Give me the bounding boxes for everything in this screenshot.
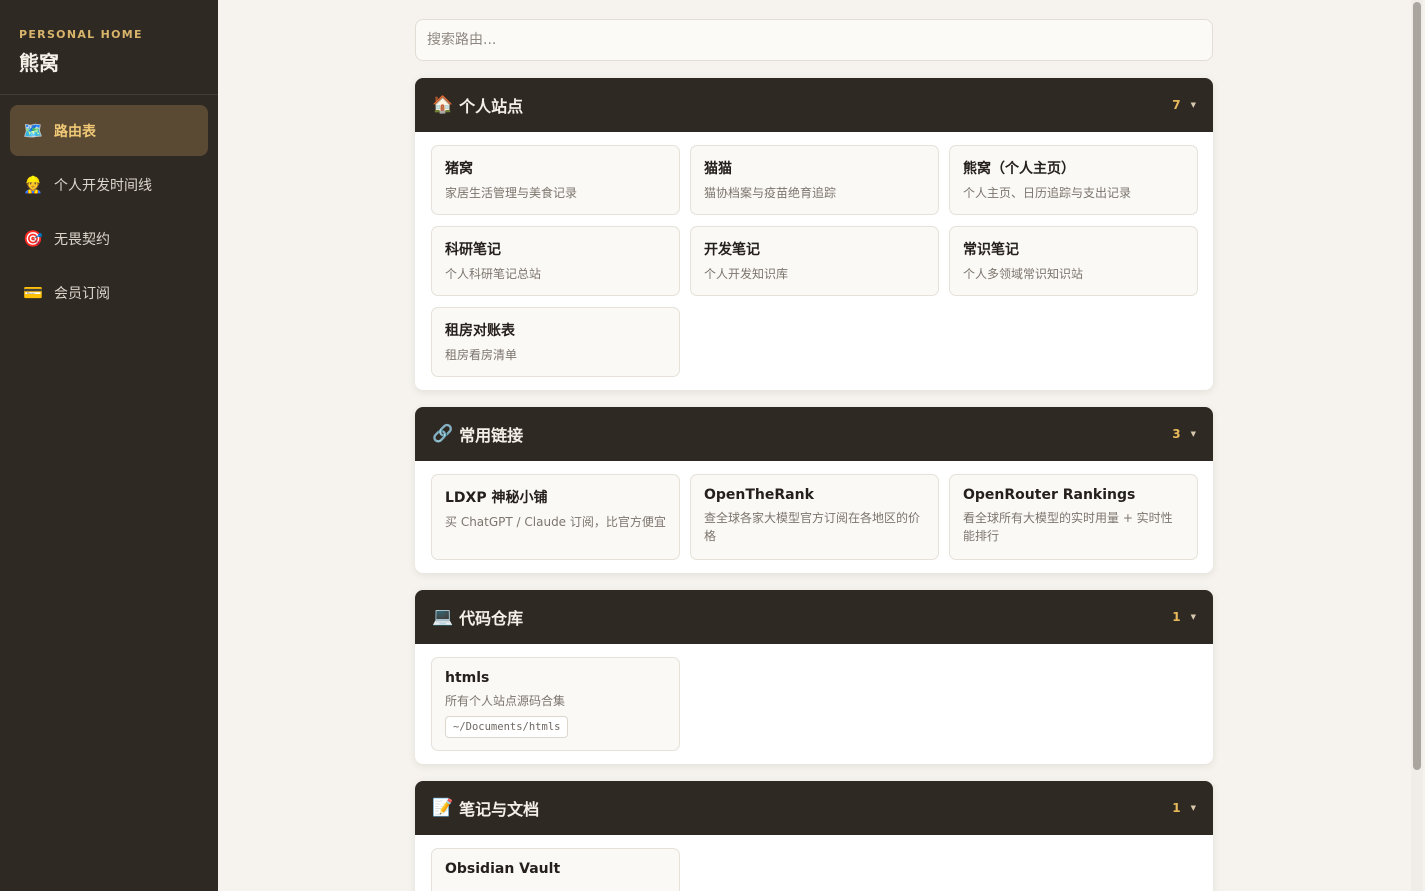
worker-icon: 👷 [23, 175, 43, 194]
brand: PERSONAL HOME 熊窝 [0, 0, 218, 95]
section-meta: 3 ▼ [1172, 427, 1196, 441]
sidebar-nav: 🗺️ 路由表 👷 个人开发时间线 🎯 无畏契约 💳 会员订阅 [0, 95, 218, 331]
search-input[interactable] [415, 19, 1213, 61]
card-desc: 个人开发知识库 [704, 267, 789, 281]
section-header[interactable]: 🏠 个人站点 7 ▼ [415, 78, 1213, 132]
card-desc: 所有个人站点源码合集 [445, 694, 566, 708]
card-title: 开发笔记 [704, 242, 760, 258]
route-card[interactable]: htmls 所有个人站点源码合集 ~/Documents/htmls [431, 657, 680, 751]
section-title-text: 代码仓库 [459, 609, 524, 628]
chevron-down-icon[interactable]: ▼ [1191, 804, 1196, 812]
section-meta: 7 ▼ [1172, 98, 1196, 112]
brand-eyebrow: PERSONAL HOME [19, 28, 143, 41]
card-grid: Obsidian Vault [415, 835, 1213, 891]
chevron-down-icon[interactable]: ▼ [1191, 430, 1196, 438]
section-common-links: 🔗 常用链接 3 ▼ LDXP 神秘小铺 买 ChatGPT / Claude … [415, 407, 1213, 573]
sidebar-item-label: 路由表 [54, 123, 96, 140]
section-notes-docs: 📝 笔记与文档 1 ▼ Obsidian Vault [415, 781, 1213, 891]
route-card[interactable]: LDXP 神秘小铺 买 ChatGPT / Claude 订阅，比官方便宜 [431, 474, 680, 560]
section-title-text: 个人站点 [459, 97, 524, 116]
card-title: LDXP 神秘小铺 [445, 490, 548, 506]
card-desc: 看全球所有大模型的实时用量 + 实时性能排行 [963, 511, 1173, 543]
card-path: ~/Documents/htmls [445, 716, 569, 738]
laptop-icon: 💻 [432, 607, 454, 627]
card-title: 熊窝（个人主页） [963, 161, 1075, 177]
card-desc: 个人主页、日历追踪与支出记录 [963, 186, 1132, 200]
route-card[interactable]: 科研笔记 个人科研笔记总站 [431, 226, 680, 296]
scrollbar-track[interactable] [1411, 0, 1423, 891]
card-title: 猫猫 [704, 161, 732, 177]
section-title-text: 常用链接 [459, 426, 524, 445]
route-card[interactable]: 猪窝 家居生活管理与美食记录 [431, 145, 680, 215]
route-card[interactable]: 租房对账表 租房看房清单 [431, 307, 680, 377]
card-title: Obsidian Vault [445, 861, 561, 877]
app: PERSONAL HOME 熊窝 🗺️ 路由表 👷 个人开发时间线 🎯 无畏契约… [0, 0, 1425, 891]
section-header[interactable]: 💻 代码仓库 1 ▼ [415, 590, 1213, 644]
card-grid: htmls 所有个人站点源码合集 ~/Documents/htmls [415, 644, 1213, 764]
section-count: 1 [1172, 801, 1181, 815]
card-desc: 家居生活管理与美食记录 [445, 186, 578, 200]
section-title: 🔗 常用链接 [432, 422, 523, 446]
section-meta: 1 ▼ [1172, 610, 1196, 624]
sidebar-item-dev-timeline[interactable]: 👷 个人开发时间线 [10, 159, 208, 210]
sidebar-item-label: 会员订阅 [54, 285, 110, 302]
section-title: 🏠 个人站点 [432, 93, 523, 117]
chevron-down-icon[interactable]: ▼ [1191, 101, 1196, 109]
card-title: OpenRouter Rankings [963, 487, 1136, 503]
section-header[interactable]: 🔗 常用链接 3 ▼ [415, 407, 1213, 461]
card-grid: 猪窝 家居生活管理与美食记录 猫猫 猫协档案与疫苗绝育追踪 熊窝（个人主页） 个… [415, 132, 1213, 390]
section-code-repos: 💻 代码仓库 1 ▼ htmls 所有个人站点源码合集 ~/Documents/… [415, 590, 1213, 764]
card-title: OpenTheRank [704, 487, 814, 503]
sidebar-item-valorant[interactable]: 🎯 无畏契约 [10, 213, 208, 264]
house-icon: 🏠 [432, 95, 454, 115]
route-card[interactable]: OpenRouter Rankings 看全球所有大模型的实时用量 + 实时性能… [949, 474, 1198, 560]
card-title: 常识笔记 [963, 242, 1019, 258]
scrollbar-thumb[interactable] [1413, 2, 1421, 770]
section-count: 3 [1172, 427, 1181, 441]
chevron-down-icon[interactable]: ▼ [1191, 613, 1196, 621]
card-desc: 查全球各家大模型官方订阅在各地区的价格 [704, 511, 921, 543]
route-card[interactable]: Obsidian Vault [431, 848, 680, 891]
sidebar-item-label: 无畏契约 [54, 231, 110, 248]
card-title: 租房对账表 [445, 323, 515, 339]
memo-icon: 📝 [432, 798, 454, 818]
map-icon: 🗺️ [23, 121, 43, 140]
section-count: 7 [1172, 98, 1181, 112]
route-card[interactable]: 开发笔记 个人开发知识库 [690, 226, 939, 296]
route-card[interactable]: 熊窝（个人主页） 个人主页、日历追踪与支出记录 [949, 145, 1198, 215]
brand-title: 熊窝 [19, 51, 59, 75]
card-title: htmls [445, 670, 490, 686]
sidebar-item-routes[interactable]: 🗺️ 路由表 [10, 105, 208, 156]
sidebar-item-label: 个人开发时间线 [54, 177, 152, 194]
section-count: 1 [1172, 610, 1181, 624]
route-card[interactable]: 常识笔记 个人多领域常识知识站 [949, 226, 1198, 296]
card-title: 科研笔记 [445, 242, 501, 258]
card-desc: 个人多领域常识知识站 [963, 267, 1084, 281]
section-title: 💻 代码仓库 [432, 605, 523, 629]
content-column: 🏠 个人站点 7 ▼ 猪窝 家居生活管理与美食记录 猫猫 猫协 [415, 0, 1213, 891]
section-meta: 1 ▼ [1172, 801, 1196, 815]
route-card[interactable]: 猫猫 猫协档案与疫苗绝育追踪 [690, 145, 939, 215]
link-icon: 🔗 [432, 424, 454, 444]
card-title: 猪窝 [445, 161, 473, 177]
card-grid: LDXP 神秘小铺 买 ChatGPT / Claude 订阅，比官方便宜 Op… [415, 461, 1213, 573]
card-desc: 猫协档案与疫苗绝育追踪 [704, 186, 837, 200]
sidebar-item-subscriptions[interactable]: 💳 会员订阅 [10, 267, 208, 318]
section-title: 📝 笔记与文档 [432, 796, 539, 820]
main-content: 🏠 个人站点 7 ▼ 猪窝 家居生活管理与美食记录 猫猫 猫协 [218, 0, 1425, 891]
section-personal-sites: 🏠 个人站点 7 ▼ 猪窝 家居生活管理与美食记录 猫猫 猫协档案与疫苗绝育追踪… [415, 78, 1213, 390]
section-header[interactable]: 📝 笔记与文档 1 ▼ [415, 781, 1213, 835]
sidebar: PERSONAL HOME 熊窝 🗺️ 路由表 👷 个人开发时间线 🎯 无畏契约… [0, 0, 218, 891]
card-desc: 租房看房清单 [445, 348, 518, 362]
target-icon: 🎯 [23, 229, 43, 248]
card-desc: 买 ChatGPT / Claude 订阅，比官方便宜 [445, 515, 666, 529]
card-desc: 个人科研笔记总站 [445, 267, 542, 281]
credit-card-icon: 💳 [23, 283, 43, 302]
section-title-text: 笔记与文档 [459, 800, 540, 819]
route-card[interactable]: OpenTheRank 查全球各家大模型官方订阅在各地区的价格 [690, 474, 939, 560]
